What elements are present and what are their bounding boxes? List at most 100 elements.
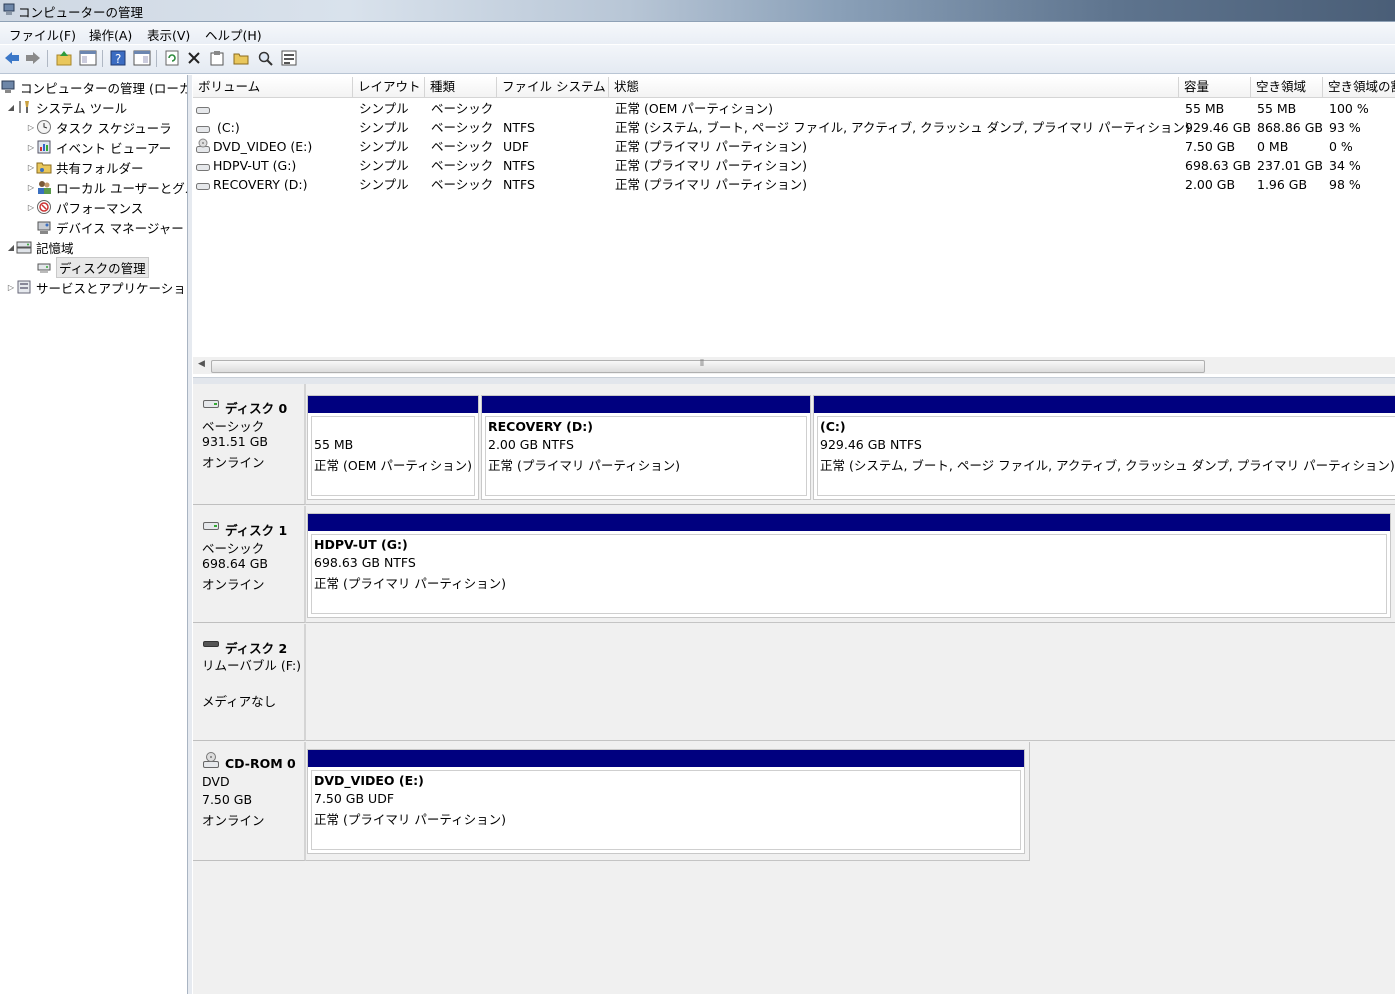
disk-title: ディスク 0 (225, 401, 288, 416)
partition-dvd-video[interactable]: DVD_VIDEO (E:) 7.50 GB UDF 正常 (プライマリ パーテ… (307, 749, 1025, 854)
menu-help[interactable]: ヘルプ(H) (205, 25, 262, 44)
volume-status: 正常 (OEM パーティション) (615, 101, 773, 116)
back-arrow-icon[interactable] (3, 49, 21, 67)
collapse-arrow-icon[interactable]: ◢ (6, 103, 16, 112)
partition-status: 正常 (プライマリ パーティション) (314, 576, 506, 591)
device-manager-icon (36, 219, 52, 235)
tree-item-performance[interactable]: ▷ パフォーマンス (26, 197, 143, 217)
horizontal-scrollbar[interactable]: ◀ ⦀ (193, 357, 1395, 374)
pane-splitter[interactable] (188, 75, 192, 994)
disk-row-1: ディスク 1 ベーシック 698.64 GB オンライン HDPV-UT (G:… (193, 506, 1395, 623)
forward-arrow-icon[interactable] (24, 49, 42, 67)
tree-item-task-scheduler[interactable]: ▷ タスク スケジューラ (26, 117, 172, 137)
partition-oem[interactable]: 55 MB 正常 (OEM パーティション) (307, 395, 479, 500)
disk-row-0: ディスク 0 ベーシック 931.51 GB オンライン 55 MB 正常 (O… (193, 384, 1395, 505)
table-row[interactable]: シンプル ベーシック 正常 (OEM パーティション) 55 MB 55 MB … (193, 99, 1395, 118)
tree-item-local-users[interactable]: ▷ ローカル ユーザーとグループ (26, 177, 187, 197)
scroll-left-arrow-icon[interactable]: ◀ (198, 359, 205, 369)
menu-file[interactable]: ファイル(F) (9, 25, 76, 44)
volume-percent: 98 % (1329, 177, 1361, 192)
scrollbar-thumb[interactable]: ⦀ (211, 359, 1205, 373)
column-header-layout[interactable]: レイアウト (353, 77, 425, 97)
tree-item-storage[interactable]: ◢ 記憶域 (6, 237, 74, 257)
tree-item-disk-management[interactable]: ディスクの管理 (36, 256, 149, 278)
column-header-free-space[interactable]: 空き領域 (1251, 77, 1323, 97)
expand-arrow-icon[interactable]: ▷ (26, 183, 36, 192)
tree-item-system-tools[interactable]: ◢ システム ツール (6, 97, 127, 117)
open-folder-icon[interactable] (232, 49, 250, 67)
disk-label-1[interactable]: ディスク 1 ベーシック 698.64 GB オンライン (193, 506, 306, 623)
partition-name: DVD_VIDEO (E:) (314, 773, 424, 788)
tree-item-shared-folders[interactable]: ▷ 共有フォルダー (26, 157, 144, 177)
disk-type: DVD (202, 774, 230, 789)
collapse-arrow-icon[interactable]: ◢ (6, 243, 16, 252)
tree-label-event-viewer: イベント ビューアー (56, 140, 172, 156)
settings-icon[interactable] (280, 49, 298, 67)
volume-status: 正常 (プライマリ パーティション) (615, 177, 807, 192)
tree-item-services[interactable]: ▷ サービスとアプリケーション (6, 277, 187, 297)
expand-arrow-icon[interactable]: ▷ (26, 203, 36, 212)
disk-label-2[interactable]: ディスク 2 リムーバブル (F:) メディアなし (193, 624, 306, 741)
show-hide-tree-icon[interactable] (79, 49, 97, 67)
delete-icon[interactable] (185, 49, 203, 67)
partition-size: 55 MB (314, 437, 354, 452)
dvd-drive-icon (203, 752, 219, 768)
tree-item-device-manager[interactable]: デバイス マネージャー (36, 217, 184, 237)
disk-state: オンライン (202, 455, 265, 470)
up-folder-icon[interactable] (55, 49, 73, 67)
disk-size: 7.50 GB (202, 792, 253, 807)
volume-fs: NTFS (503, 120, 535, 135)
partition-bar (814, 396, 1395, 413)
disk-label-0[interactable]: ディスク 0 ベーシック 931.51 GB オンライン (193, 384, 306, 505)
volume-percent: 93 % (1329, 120, 1361, 135)
table-row[interactable]: HDPV-UT (G:) シンプル ベーシック NTFS 正常 (プライマリ パ… (193, 156, 1395, 175)
table-row[interactable]: DVD_VIDEO (E:) シンプル ベーシック UDF 正常 (プライマリ … (193, 137, 1395, 156)
partition-name: (C:) (820, 419, 846, 434)
tree-item-root[interactable]: コンピューターの管理 (ローカル) (0, 77, 187, 97)
expand-arrow-icon[interactable]: ▷ (6, 283, 16, 292)
volume-capacity: 2.00 GB (1185, 177, 1236, 192)
expand-arrow-icon[interactable]: ▷ (26, 163, 36, 172)
help-icon[interactable]: ? (109, 49, 127, 67)
partition-size: 2.00 GB NTFS (488, 437, 574, 452)
tree-item-event-viewer[interactable]: ▷ イベント ビューアー (26, 137, 171, 157)
menu-action[interactable]: 操作(A) (89, 25, 132, 44)
disk-label-cdrom-0[interactable]: CD-ROM 0 DVD 7.50 GB オンライン (193, 742, 306, 861)
removable-disk-icon (203, 638, 219, 650)
volume-status: 正常 (システム, ブート, ページ ファイル, アクティブ, クラッシュ ダン… (615, 120, 1190, 135)
event-viewer-icon (36, 139, 52, 155)
column-header-volume[interactable]: ボリューム (193, 77, 353, 97)
column-header-percent-free[interactable]: 空き領域の割合 (1323, 77, 1395, 97)
disk-management-icon (36, 259, 52, 275)
column-header-file-system[interactable]: ファイル システム (497, 77, 609, 97)
column-header-type[interactable]: 種類 (425, 77, 497, 97)
partition-bar (308, 750, 1024, 767)
table-row[interactable]: (C:) シンプル ベーシック NTFS 正常 (システム, ブート, ページ … (193, 118, 1395, 137)
partition-c[interactable]: (C:) 929.46 GB NTFS 正常 (システム, ブート, ページ フ… (813, 395, 1395, 500)
volume-capacity: 7.50 GB (1185, 139, 1236, 154)
tree-label-task-scheduler: タスク スケジューラ (56, 120, 172, 136)
volume-percent: 34 % (1329, 158, 1361, 173)
navigation-tree: コンピューターの管理 (ローカル) ◢ システム ツール ▷ タスク スケジュー… (0, 75, 188, 994)
volume-status: 正常 (プライマリ パーティション) (615, 139, 807, 154)
volume-fs: UDF (503, 139, 529, 154)
volume-name: DVD_VIDEO (E:) (213, 139, 313, 154)
expand-arrow-icon[interactable]: ▷ (26, 123, 36, 132)
volume-percent: 0 % (1329, 139, 1353, 154)
refresh-icon[interactable] (163, 49, 181, 67)
search-icon[interactable] (256, 49, 274, 67)
volume-layout: シンプル (359, 158, 409, 173)
partition-recovery[interactable]: RECOVERY (D:) 2.00 GB NTFS 正常 (プライマリ パーテ… (481, 395, 811, 500)
properties-icon[interactable] (208, 49, 226, 67)
partition-hdpv-ut[interactable]: HDPV-UT (G:) 698.63 GB NTFS 正常 (プライマリ パー… (307, 513, 1391, 618)
column-header-capacity[interactable]: 容量 (1179, 77, 1251, 97)
expand-arrow-icon[interactable]: ▷ (26, 143, 36, 152)
shared-folder-icon (36, 159, 52, 175)
action-pane-icon[interactable] (133, 49, 151, 67)
volume-type: ベーシック (431, 177, 494, 192)
dvd-drive-icon (196, 138, 210, 157)
menu-view[interactable]: 表示(V) (147, 25, 190, 44)
tree-label-shared-folders: 共有フォルダー (56, 160, 144, 176)
table-row[interactable]: RECOVERY (D:) シンプル ベーシック NTFS 正常 (プライマリ … (193, 175, 1395, 194)
column-header-status[interactable]: 状態 (609, 77, 1179, 97)
